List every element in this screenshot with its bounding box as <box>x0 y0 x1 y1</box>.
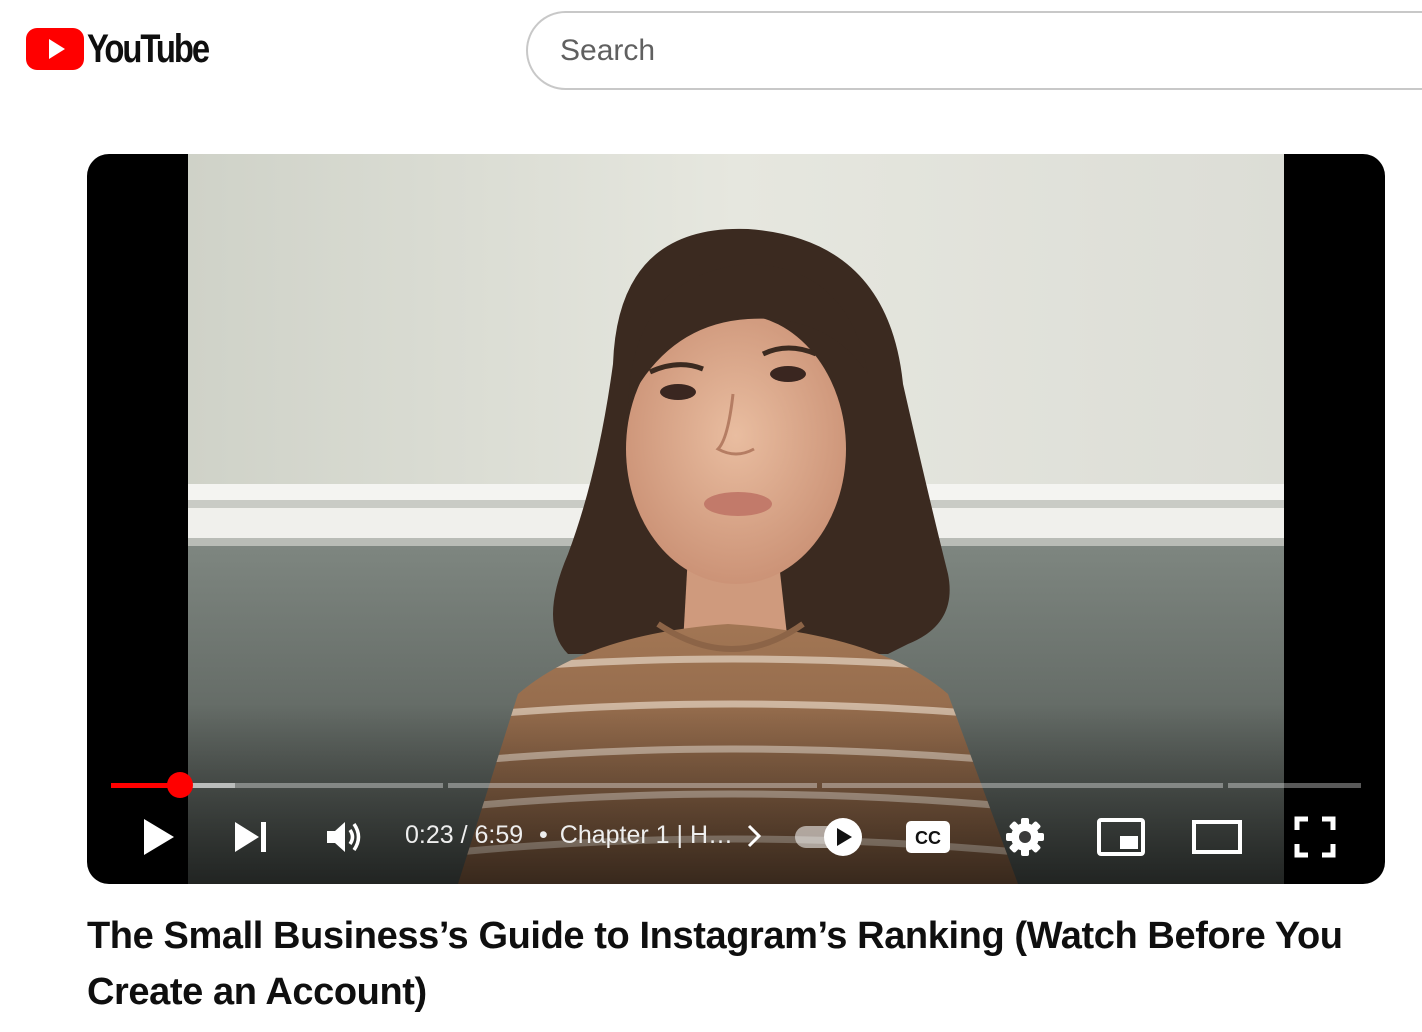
search-box[interactable] <box>526 11 1422 90</box>
chapter-title-button[interactable]: • Chapter 1 | H… <box>539 821 761 850</box>
theater-mode-button[interactable] <box>1186 804 1248 870</box>
time-display: 0:23 / 6:59 <box>405 821 524 849</box>
settings-gear-icon <box>1006 818 1044 856</box>
autoplay-toggle-icon <box>795 818 862 856</box>
youtube-logo[interactable]: YouTube <box>26 28 235 70</box>
chapter-segment[interactable] <box>1228 783 1361 788</box>
progress-bar[interactable] <box>111 772 1361 798</box>
masthead: YouTube <box>0 0 1422 100</box>
miniplayer-icon <box>1097 818 1145 856</box>
autoplay-toggle[interactable] <box>791 804 865 870</box>
theater-mode-icon <box>1192 820 1242 854</box>
fullscreen-button[interactable] <box>1287 804 1343 870</box>
next-icon <box>235 822 266 852</box>
scrubber-handle[interactable] <box>166 772 193 798</box>
chapter-separator: • <box>539 821 548 849</box>
miniplayer-button[interactable] <box>1092 804 1150 870</box>
play-icon <box>144 819 174 855</box>
next-button[interactable] <box>223 804 279 870</box>
video-frame[interactable] <box>188 154 1284 884</box>
chevron-right-icon <box>747 824 761 847</box>
chapter-segment[interactable] <box>111 783 443 788</box>
volume-button[interactable] <box>317 804 373 870</box>
search-input[interactable] <box>560 13 1420 88</box>
settings-button[interactable] <box>996 804 1054 870</box>
play-button[interactable] <box>131 804 187 870</box>
logo-wordmark: YouTube <box>87 27 210 71</box>
fullscreen-icon <box>1294 816 1336 858</box>
player-controls: 0:23 / 6:59 • Chapter 1 | H… CC <box>87 804 1385 870</box>
subtitles-cc-icon: CC <box>906 821 950 853</box>
video-title: The Small Business’s Guide to Instagram’… <box>87 915 1343 1013</box>
chapter-segment[interactable] <box>448 783 817 788</box>
youtube-play-logo-icon <box>26 28 84 70</box>
video-player[interactable]: 0:23 / 6:59 • Chapter 1 | H… CC <box>87 154 1385 884</box>
chapter-title: Chapter 1 | H… <box>559 821 733 849</box>
subtitles-button[interactable]: CC <box>899 804 957 870</box>
chapter-segment[interactable] <box>822 783 1223 788</box>
cc-label: CC <box>915 828 941 848</box>
volume-icon <box>327 822 361 852</box>
